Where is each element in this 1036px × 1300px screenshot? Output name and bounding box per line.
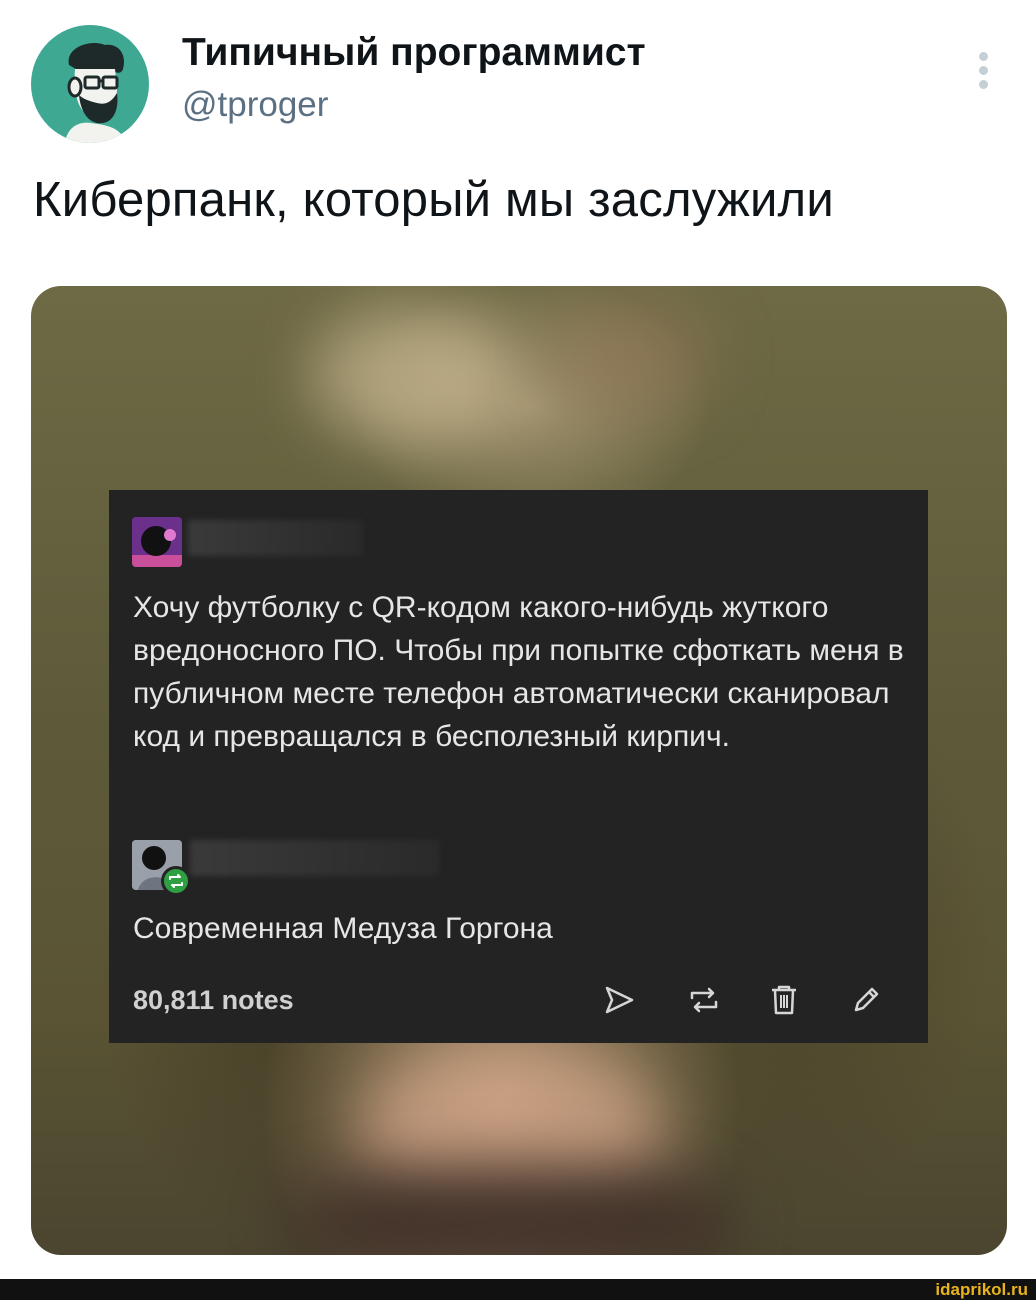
poster-name-redacted <box>188 520 363 556</box>
blur-highlight <box>311 306 511 446</box>
tumblr-post-card <box>109 490 928 1043</box>
delete-icon[interactable] <box>766 982 802 1018</box>
notes-count[interactable]: 80,811 notes <box>133 985 294 1016</box>
post-text: Хочу футболку с QR-кодом какого-нибудь ж… <box>133 591 904 753</box>
reblogger-name-redacted <box>190 840 440 876</box>
author-avatar[interactable] <box>31 25 149 143</box>
more-vertical-icon[interactable] <box>970 48 998 94</box>
reblog-badge-icon <box>161 866 191 896</box>
edit-icon[interactable] <box>848 982 884 1018</box>
blur-highlight <box>551 296 711 416</box>
author-handle[interactable]: @tproger <box>182 85 328 125</box>
footer-bar: idaprikol.ru <box>0 1279 1036 1300</box>
poster-avatar-image <box>132 517 182 567</box>
blur-clothing <box>291 1166 731 1255</box>
programmer-avatar-illustration <box>65 43 127 143</box>
reblog-comment: Современная Медуза Горгона <box>133 912 553 945</box>
watermark: idaprikol.ru <box>935 1280 1028 1299</box>
poster-avatar[interactable] <box>132 517 182 567</box>
reblog-icon[interactable] <box>686 982 722 1018</box>
share-icon[interactable] <box>601 982 637 1018</box>
author-name[interactable]: Типичный программист <box>182 31 646 75</box>
tweet-text: Киберпанк, который мы заслужили <box>33 173 834 227</box>
